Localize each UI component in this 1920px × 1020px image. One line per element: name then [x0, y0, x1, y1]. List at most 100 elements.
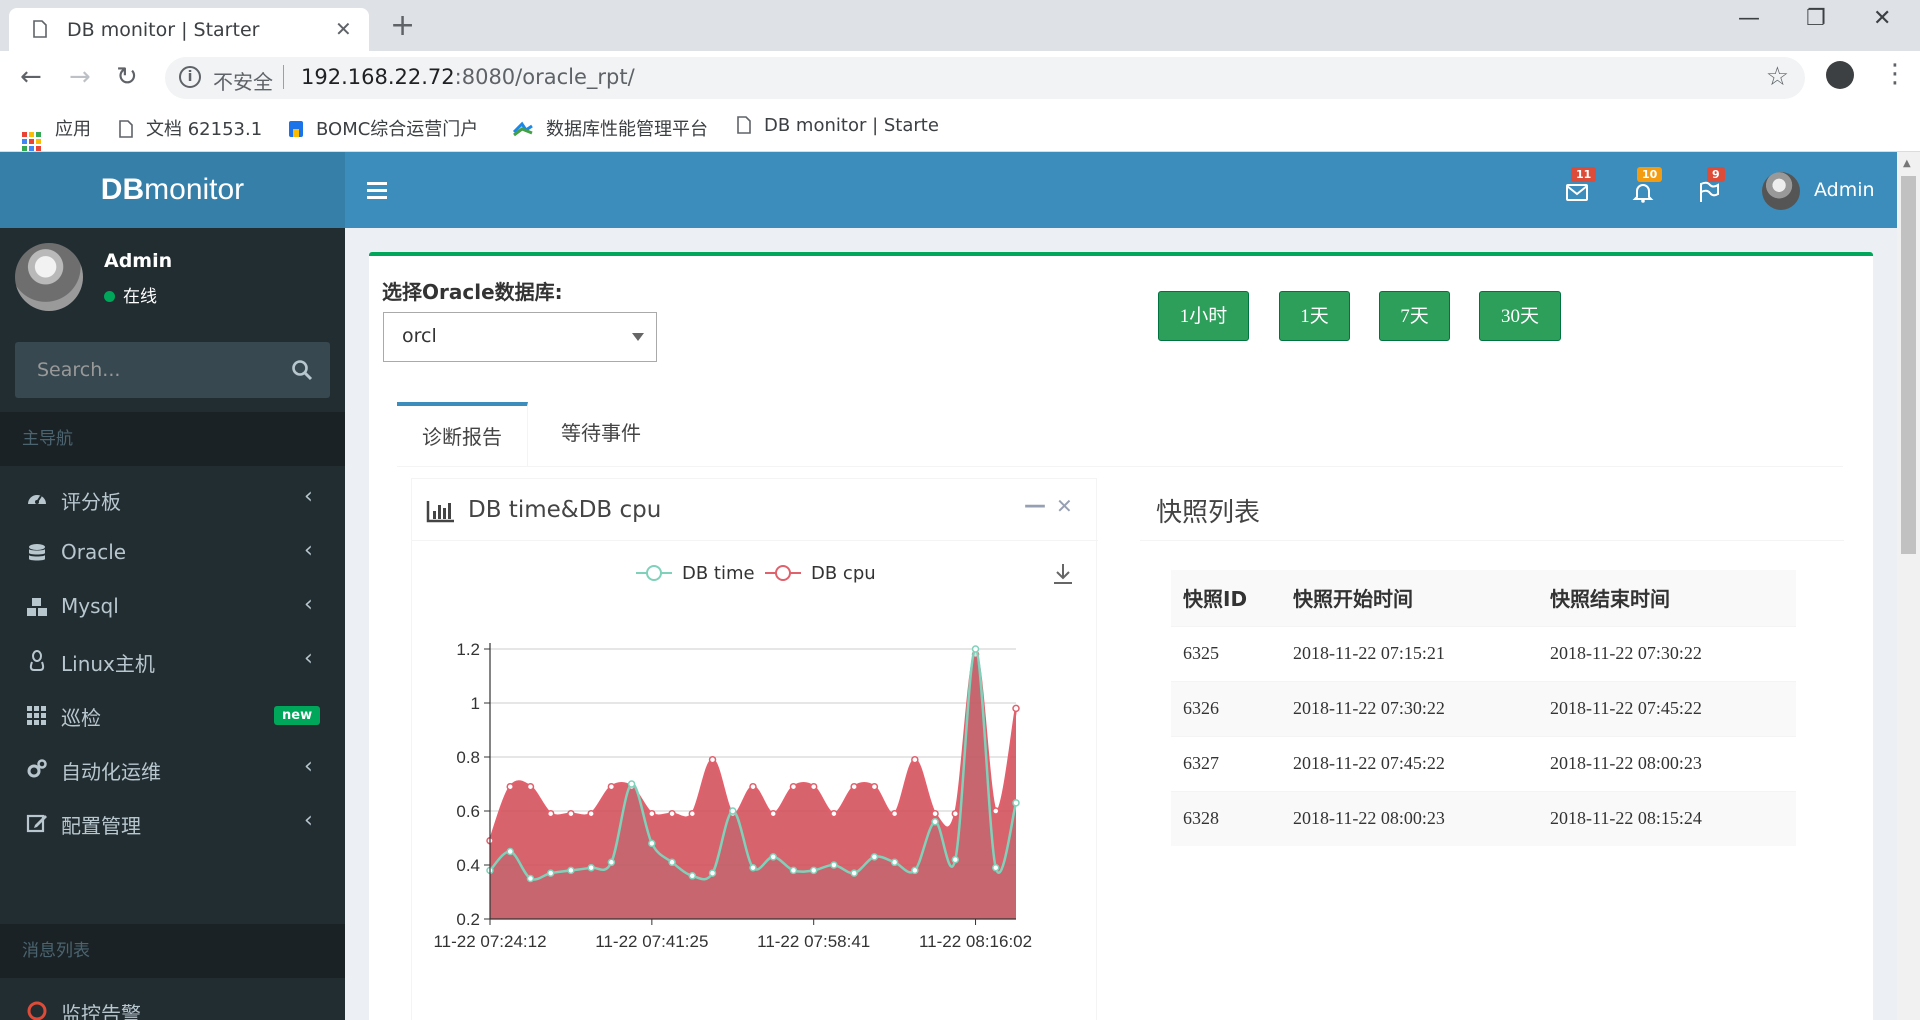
- y-tick-label: 0.8: [456, 748, 480, 767]
- bookmark-label: 文档 62153.1: [146, 119, 263, 140]
- sidebar: DBmonitor Admin 在线 主导航 评分板 ‹ Oracle ‹ My…: [0, 152, 345, 1020]
- bookmark-dbplatform[interactable]: 数据库性能管理平台: [512, 115, 708, 141]
- restore-icon[interactable]: ❐: [1806, 6, 1826, 31]
- download-icon[interactable]: [1054, 564, 1072, 584]
- user-status: 在线: [104, 282, 157, 307]
- data-point: [708, 755, 717, 764]
- data-point: [688, 809, 697, 818]
- data-point: [789, 782, 798, 791]
- search-icon[interactable]: [290, 358, 314, 382]
- platform-logo-icon: [512, 121, 533, 137]
- data-point: [546, 809, 555, 818]
- snapshot-end: 2018-11-22 08:00:23: [1538, 735, 1796, 791]
- tab-wait-events[interactable]: 等待事件: [528, 402, 674, 467]
- avatar[interactable]: [1762, 172, 1800, 210]
- sidebar-item-label: 配置管理: [61, 814, 141, 838]
- data-point: [769, 853, 777, 861]
- flag-icon[interactable]: [1696, 180, 1722, 204]
- divider: [1140, 540, 1844, 541]
- range-1d-button[interactable]: 1天: [1279, 291, 1350, 341]
- y-tick-label: 0.6: [456, 802, 480, 821]
- x-tick-label: 11-22 07:24:12: [433, 932, 546, 951]
- nav-header-main: 主导航: [0, 412, 345, 466]
- chart-header: DB time&DB cpu — ✕: [412, 479, 1098, 541]
- browser-tab[interactable]: DB monitor | Starter ✕: [9, 8, 369, 51]
- scrollbar-thumb[interactable]: [1901, 176, 1916, 554]
- scrollbar[interactable]: ▲: [1897, 152, 1920, 1020]
- data-point: [931, 818, 939, 826]
- sidebar-item-alerts[interactable]: 监控告警: [0, 978, 345, 1020]
- table-row[interactable]: 6327 2018-11-22 07:45:22 2018-11-22 08:0…: [1171, 735, 1796, 791]
- top-user-name[interactable]: Admin: [1814, 179, 1875, 201]
- new-tab-button[interactable]: +: [390, 8, 415, 43]
- scroll-up-icon[interactable]: ▲: [1903, 158, 1911, 169]
- data-point: [850, 869, 858, 877]
- db-select[interactable]: orcl: [383, 312, 657, 362]
- tab-diagnosis-report[interactable]: 诊断报告: [397, 402, 528, 467]
- snapshot-title: 快照列表: [1156, 498, 1261, 528]
- column-header: 快照开始时间: [1293, 587, 1413, 612]
- range-7d-button[interactable]: 7天: [1379, 291, 1450, 341]
- data-point: [749, 863, 757, 872]
- info-icon[interactable]: i: [179, 66, 201, 88]
- snapshot-end: 2018-11-22 07:30:22: [1538, 625, 1796, 681]
- cubes-icon: [27, 598, 47, 616]
- forward-icon[interactable]: →: [69, 62, 91, 92]
- bookmark-apps[interactable]: 应用: [22, 115, 91, 151]
- logo-rest: monitor: [144, 173, 245, 206]
- db-select-label: 选择Oracle数据库:: [382, 280, 563, 304]
- mail-icon[interactable]: [1564, 180, 1590, 204]
- app-logo[interactable]: DBmonitor: [0, 152, 345, 228]
- bookmark-dbmonitor[interactable]: DB monitor | Starte: [736, 115, 939, 136]
- bookmark-bomc[interactable]: BOMC综合运营门户: [288, 115, 478, 141]
- table-row[interactable]: 6328 2018-11-22 08:00:23 2018-11-22 08:1…: [1171, 790, 1796, 846]
- data-point: [668, 858, 676, 867]
- snapshot-panel: 快照列表 快照ID 快照开始时间 快照结束时间 6325 2018-11-22 …: [1140, 478, 1844, 1020]
- top-navbar: 11 10 9 Admin: [345, 152, 1920, 228]
- sidebar-item-label: 巡检: [61, 706, 101, 730]
- column-header: 快照ID: [1183, 587, 1248, 612]
- search-input[interactable]: [15, 342, 285, 398]
- back-icon[interactable]: ←: [20, 62, 42, 92]
- range-1h-button[interactable]: 1小时: [1158, 291, 1249, 341]
- app: DBmonitor Admin 在线 主导航 评分板 ‹ Oracle ‹ My…: [0, 152, 1920, 1020]
- user-panel: Admin 在线: [0, 228, 345, 328]
- chevron-left-icon: ‹: [304, 646, 313, 671]
- x-tick-label: 11-22 07:41:25: [595, 932, 708, 951]
- window-close-icon[interactable]: ✕: [1873, 6, 1891, 31]
- sidebar-item-label: 自动化运维: [61, 760, 161, 784]
- tab-close-icon[interactable]: ✕: [335, 17, 352, 41]
- sidebar-toggle-icon[interactable]: [367, 182, 387, 203]
- table-row[interactable]: 6326 2018-11-22 07:30:22 2018-11-22 07:4…: [1171, 680, 1796, 736]
- minimize-icon[interactable]: —: [1024, 493, 1046, 518]
- bell-icon[interactable]: [1630, 180, 1656, 204]
- menu-kebab-icon[interactable]: ⋮: [1882, 59, 1908, 89]
- minimize-icon[interactable]: —: [1738, 6, 1760, 31]
- close-icon[interactable]: ✕: [1056, 494, 1073, 518]
- snapshot-id: 6327: [1171, 735, 1281, 791]
- range-30d-button[interactable]: 30天: [1479, 291, 1561, 341]
- y-tick-label: 1.2: [456, 640, 480, 659]
- chevron-left-icon: ‹: [304, 592, 313, 617]
- user-name: Admin: [104, 250, 173, 272]
- snapshot-id: 6328: [1171, 790, 1281, 846]
- reload-icon[interactable]: ↻: [116, 62, 138, 92]
- account-icon[interactable]: [1826, 61, 1854, 89]
- mail-count-badge: 11: [1571, 167, 1597, 182]
- url-text: 192.168.22.72:8080/oracle_rpt/: [301, 65, 635, 89]
- circle-icon: [27, 1001, 47, 1020]
- bookmark-star-icon[interactable]: ☆: [1766, 62, 1789, 92]
- data-point: [951, 809, 960, 818]
- snapshot-start: 2018-11-22 07:15:21: [1281, 625, 1538, 681]
- caret-down-icon: [632, 333, 644, 341]
- data-point: [607, 782, 616, 791]
- online-dot-icon: [104, 291, 115, 302]
- avatar: [15, 243, 83, 311]
- bookmark-doc[interactable]: 文档 62153.1: [118, 115, 262, 141]
- table-row[interactable]: 6325 2018-11-22 07:15:21 2018-11-22 07:3…: [1171, 625, 1796, 681]
- data-point: [789, 866, 798, 875]
- sidebar-item-config[interactable]: 配置管理 ‹: [0, 790, 345, 856]
- bookmarks-bar: 应用 文档 62153.1 BOMC综合运营门户 数据库性能管理平台 DB mo…: [0, 103, 1920, 152]
- address-bar[interactable]: i 不安全 192.168.22.72:8080/oracle_rpt/ ☆: [165, 57, 1805, 99]
- bookmark-label: DB monitor | Starte: [764, 115, 939, 136]
